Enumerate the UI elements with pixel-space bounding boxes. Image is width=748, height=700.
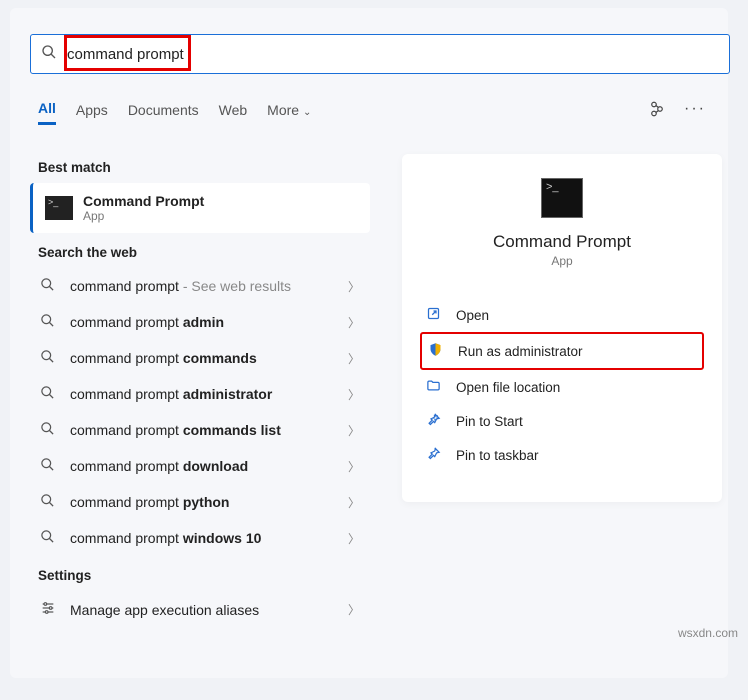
web-result[interactable]: command prompt python〉 xyxy=(30,484,370,520)
action-open[interactable]: Open xyxy=(420,298,704,332)
settings-item-label: Manage app execution aliases xyxy=(70,602,348,618)
web-result[interactable]: command prompt commands list〉 xyxy=(30,412,370,448)
sliders-icon xyxy=(40,600,60,619)
best-match-title: Command Prompt xyxy=(83,193,204,209)
settings-item[interactable]: Manage app execution aliases 〉 xyxy=(30,591,370,628)
search-icon xyxy=(40,457,60,475)
preview-sub: App xyxy=(420,254,704,268)
web-result-label: command prompt download xyxy=(70,458,348,474)
chevron-down-icon: ⌄ xyxy=(303,107,311,118)
chevron-right-icon: 〉 xyxy=(348,530,360,547)
tab-more[interactable]: More ⌄ xyxy=(267,102,311,124)
preview-cmd-icon xyxy=(541,178,583,218)
preview-panel: Command Prompt App Open Run as administr… xyxy=(402,154,722,502)
search-icon xyxy=(40,313,60,331)
chevron-right-icon: 〉 xyxy=(348,422,360,439)
search-bar-wrap: command prompt xyxy=(30,34,730,74)
org-icon[interactable] xyxy=(648,100,666,123)
search-icon xyxy=(40,349,60,367)
web-result-label: command prompt windows 10 xyxy=(70,530,348,546)
web-result[interactable]: command prompt - See web results〉 xyxy=(30,268,370,304)
web-result-label: command prompt python xyxy=(70,494,348,510)
search-input[interactable]: command prompt xyxy=(30,34,730,74)
tab-web[interactable]: Web xyxy=(219,102,248,124)
web-result[interactable]: command prompt windows 10〉 xyxy=(30,520,370,556)
action-pin-start[interactable]: Pin to Start xyxy=(420,404,704,438)
web-result-label: command prompt administrator xyxy=(70,386,348,402)
more-icon[interactable]: ··· xyxy=(684,100,706,123)
pin-icon xyxy=(426,412,448,430)
top-icons: ··· xyxy=(648,100,706,123)
pin-icon xyxy=(426,446,448,464)
search-icon xyxy=(40,529,60,547)
web-result[interactable]: command prompt administrator〉 xyxy=(30,376,370,412)
folder-icon xyxy=(426,378,448,396)
chevron-right-icon: 〉 xyxy=(348,494,360,511)
web-result[interactable]: command prompt admin〉 xyxy=(30,304,370,340)
search-icon xyxy=(40,385,60,403)
web-result[interactable]: command prompt commands〉 xyxy=(30,340,370,376)
tab-all[interactable]: All xyxy=(38,100,56,125)
action-pin-taskbar[interactable]: Pin to taskbar xyxy=(420,438,704,472)
shield-icon xyxy=(428,342,450,360)
search-value: command prompt xyxy=(67,46,184,63)
action-run-admin[interactable]: Run as administrator xyxy=(420,332,704,370)
search-icon xyxy=(40,277,60,295)
web-result-label: command prompt commands list xyxy=(70,422,348,438)
section-settings: Settings xyxy=(38,568,370,583)
best-match-item[interactable]: Command Prompt App xyxy=(30,183,370,233)
web-result-label: command prompt - See web results xyxy=(70,278,348,294)
chevron-right-icon: 〉 xyxy=(348,314,360,331)
section-search-web: Search the web xyxy=(38,245,370,260)
open-icon xyxy=(426,306,448,324)
watermark: wsxdn.com xyxy=(678,626,738,640)
results-column: Best match Command Prompt App Search the… xyxy=(30,148,370,628)
filter-tabs: All Apps Documents Web More ⌄ xyxy=(38,100,311,125)
cmd-icon xyxy=(45,196,73,220)
search-icon xyxy=(41,44,57,65)
best-match-sub: App xyxy=(83,209,204,223)
action-open-location[interactable]: Open file location xyxy=(420,370,704,404)
web-result[interactable]: command prompt download〉 xyxy=(30,448,370,484)
search-panel: command prompt All Apps Documents Web Mo… xyxy=(10,8,728,678)
chevron-right-icon: 〉 xyxy=(348,278,360,295)
chevron-right-icon: 〉 xyxy=(348,350,360,367)
chevron-right-icon: 〉 xyxy=(348,601,360,618)
web-result-label: command prompt admin xyxy=(70,314,348,330)
preview-title: Command Prompt xyxy=(420,232,704,252)
section-best-match: Best match xyxy=(38,160,370,175)
search-icon xyxy=(40,421,60,439)
web-result-label: command prompt commands xyxy=(70,350,348,366)
chevron-right-icon: 〉 xyxy=(348,458,360,475)
tab-apps[interactable]: Apps xyxy=(76,102,108,124)
tab-documents[interactable]: Documents xyxy=(128,102,199,124)
chevron-right-icon: 〉 xyxy=(348,386,360,403)
search-icon xyxy=(40,493,60,511)
